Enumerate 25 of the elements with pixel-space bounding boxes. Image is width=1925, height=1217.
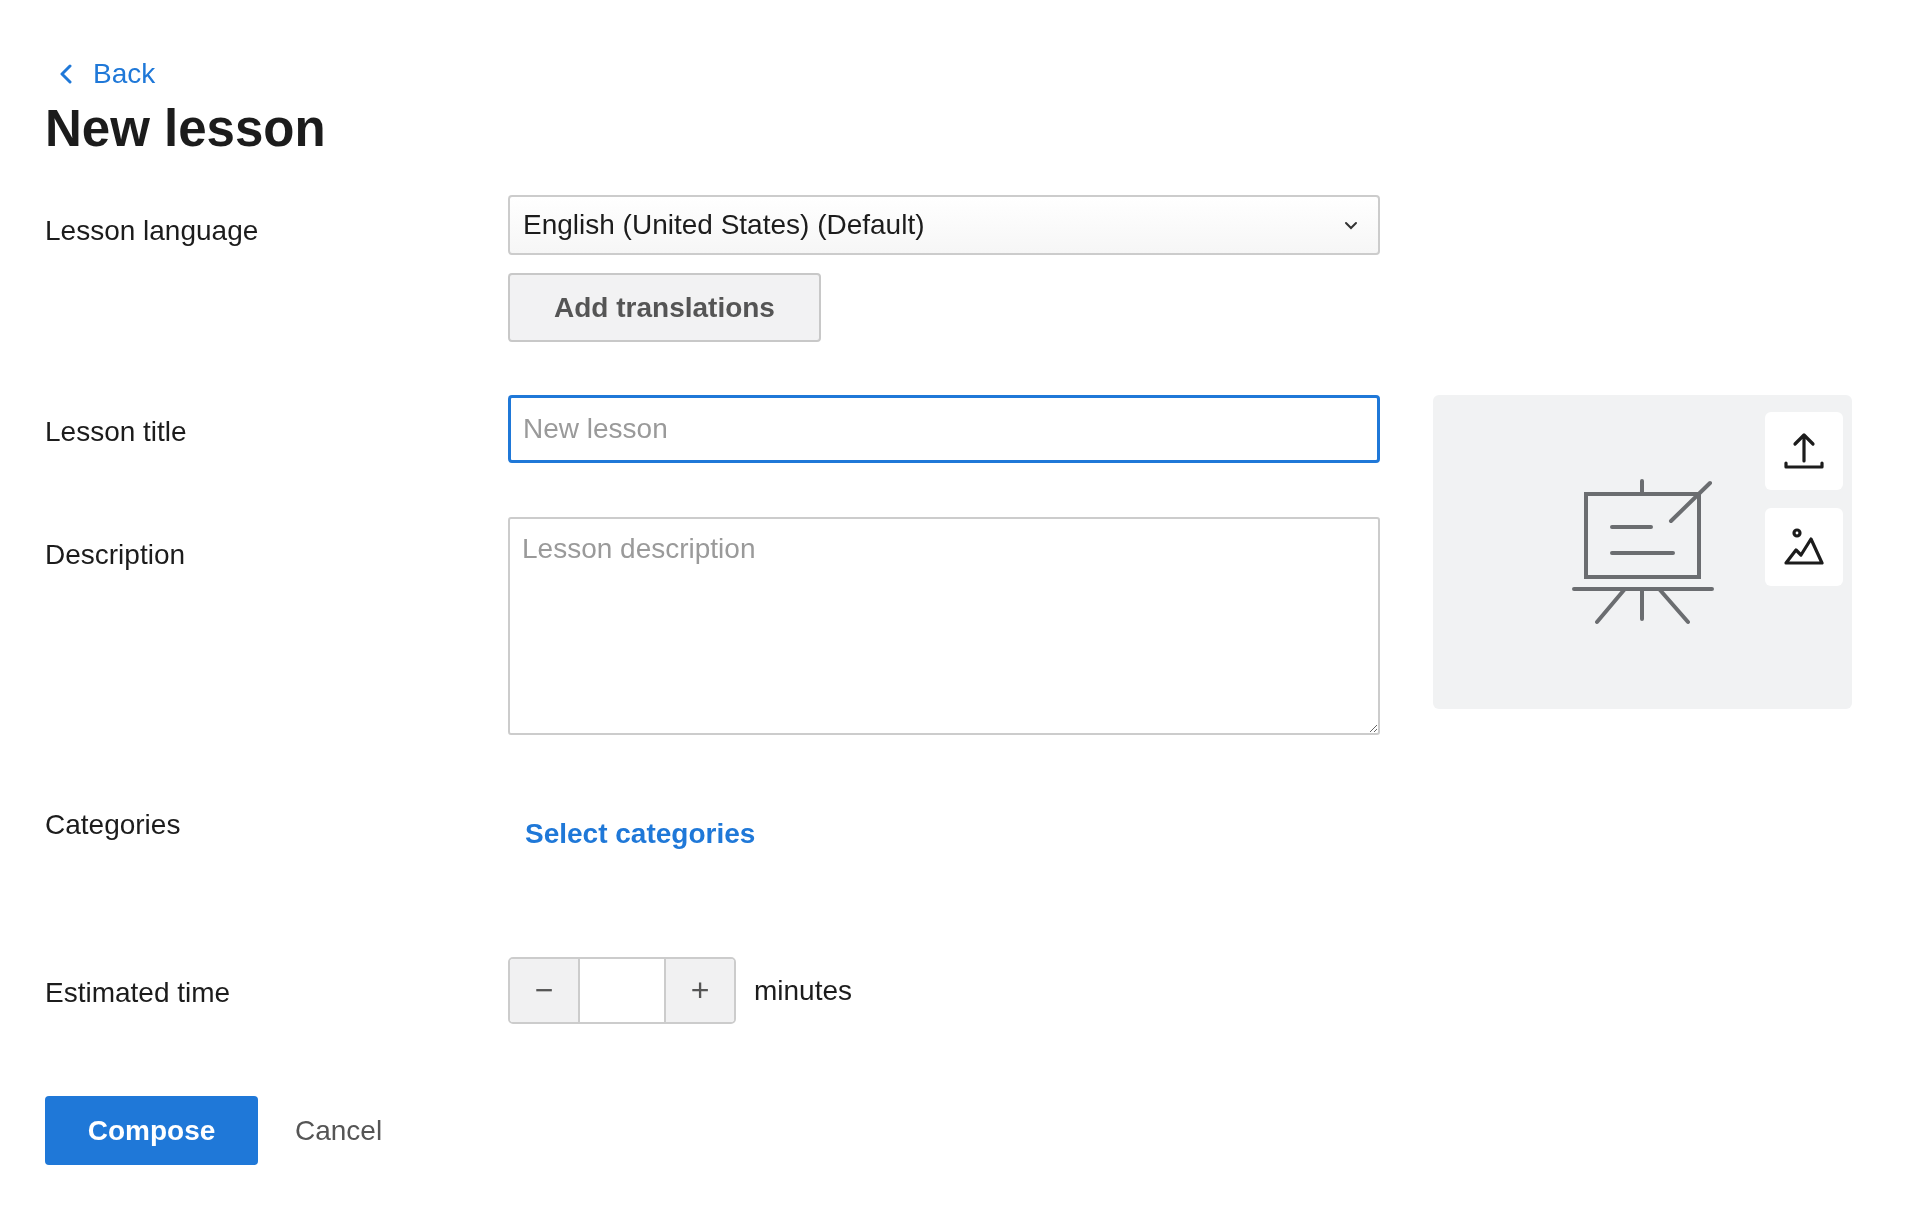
image-button[interactable] [1765, 508, 1843, 586]
cancel-button[interactable]: Cancel [295, 1114, 383, 1147]
select-categories-link[interactable]: Select categories [525, 817, 756, 851]
field-label: Lesson language [45, 214, 259, 248]
decrement-button[interactable]: − [510, 959, 578, 1022]
field-label: Description [45, 538, 186, 572]
field-label: Estimated time [45, 976, 231, 1010]
back-link[interactable]: Back [59, 56, 156, 92]
field-label: Lesson title [45, 415, 187, 449]
description-field[interactable]: Lesson description [508, 517, 1380, 735]
language-dropdown[interactable]: English (United States) (Default) [508, 195, 1380, 255]
upload-icon [1784, 431, 1824, 471]
caret-icon [1344, 219, 1358, 231]
chevron-left-icon [59, 64, 73, 84]
dropdown-value: English (United States) (Default) [523, 209, 925, 241]
unit-label: minutes [754, 974, 853, 1007]
compose-button[interactable]: Compose [45, 1096, 258, 1165]
add-translations-button[interactable]: Add translations [508, 273, 821, 342]
upload-button[interactable] [1765, 412, 1843, 490]
title-input-field[interactable]: New lesson [508, 395, 1380, 463]
image-icon [1784, 527, 1824, 567]
field-label: Categories [45, 808, 181, 842]
minutes-stepper[interactable]: − + [508, 957, 736, 1024]
page-title: New lesson [45, 99, 327, 159]
increment-button[interactable]: + [666, 959, 734, 1022]
